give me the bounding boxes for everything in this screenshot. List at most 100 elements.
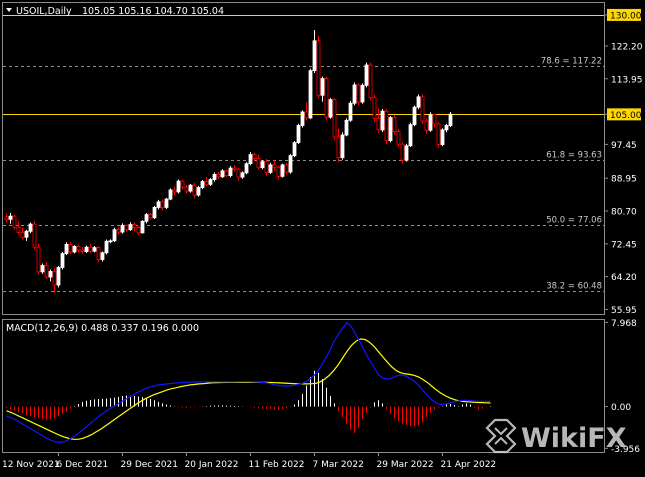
candle[interactable] [352,82,357,106]
candle[interactable] [416,94,421,110]
candle[interactable] [260,160,265,170]
candle[interactable] [280,163,285,178]
candle[interactable] [80,247,85,254]
candle[interactable] [232,164,237,172]
candle[interactable] [436,122,441,149]
candle[interactable] [156,199,161,210]
candle[interactable] [364,62,369,88]
candle[interactable] [216,172,221,180]
candle[interactable] [240,171,245,179]
candle[interactable] [236,167,241,181]
candle[interactable] [64,242,69,256]
candle[interactable] [312,30,317,73]
candle[interactable] [24,229,29,241]
candle[interactable] [396,129,401,147]
candle[interactable] [84,245,89,254]
candle[interactable] [196,185,201,197]
candle[interactable] [344,118,349,137]
candle[interactable] [148,212,153,220]
candle[interactable] [12,214,17,230]
candle[interactable] [168,188,173,201]
candle[interactable] [164,197,169,210]
candle[interactable] [288,154,293,174]
candle[interactable] [448,111,453,128]
candle[interactable] [228,166,233,178]
candle[interactable] [440,128,445,147]
candle[interactable] [48,269,53,282]
candles-layer[interactable] [4,30,453,293]
candle[interactable] [56,265,61,288]
candle[interactable] [132,222,137,232]
candle[interactable] [424,118,429,134]
candle[interactable] [420,94,425,125]
candle[interactable] [304,102,309,121]
candle[interactable] [212,172,217,182]
candle[interactable] [444,123,449,133]
candle[interactable] [112,227,117,243]
candle[interactable] [180,179,185,190]
candle[interactable] [248,152,253,166]
candle[interactable] [292,141,297,158]
candle[interactable] [100,251,105,262]
candle[interactable] [28,222,33,234]
candle[interactable] [332,98,337,141]
candle[interactable] [388,115,393,143]
candle[interactable] [380,109,385,132]
candle[interactable] [328,98,333,119]
candle[interactable] [76,244,81,253]
candle[interactable] [376,108,381,134]
candle[interactable] [144,212,149,224]
candle[interactable] [88,243,93,253]
candle[interactable] [116,226,121,235]
candle[interactable] [120,223,125,234]
candle[interactable] [296,123,301,145]
candle[interactable] [136,226,141,236]
candle[interactable] [128,222,133,231]
candle[interactable] [384,108,389,145]
candle[interactable] [400,142,405,164]
candle[interactable] [52,268,57,293]
candle[interactable] [68,242,73,255]
candle[interactable] [160,199,165,211]
candle[interactable] [4,213,9,223]
candle[interactable] [20,227,25,240]
candle[interactable] [32,220,37,250]
candle[interactable] [320,76,325,102]
candle[interactable] [44,262,49,280]
candle[interactable] [268,162,273,175]
candle[interactable] [360,83,365,104]
candle[interactable] [204,177,209,187]
candle[interactable] [324,76,329,121]
candle[interactable] [108,239,113,244]
candle[interactable] [348,100,353,122]
candle[interactable] [104,239,109,255]
candle[interactable] [316,35,321,99]
candle[interactable] [244,162,249,175]
candle[interactable] [276,166,281,180]
candle[interactable] [428,112,433,132]
candle[interactable] [96,245,101,263]
candle[interactable] [124,224,129,232]
candle[interactable] [224,169,229,178]
candle[interactable] [412,105,417,127]
candle[interactable] [60,251,65,270]
candle[interactable] [192,182,197,199]
candle[interactable] [340,132,345,160]
candle[interactable] [140,220,145,234]
candle[interactable] [188,183,193,193]
candle[interactable] [408,122,413,147]
candle[interactable] [208,177,213,186]
candle[interactable] [16,221,21,235]
candle[interactable] [72,245,77,254]
candle[interactable] [172,186,177,196]
candle[interactable] [336,128,341,163]
candle[interactable] [368,62,373,101]
candle[interactable] [300,110,305,128]
candle[interactable] [92,245,97,253]
candle[interactable] [40,263,45,274]
candle[interactable] [308,68,313,120]
candle[interactable] [356,83,361,106]
candle[interactable] [272,160,277,171]
candle[interactable] [404,143,409,162]
candle[interactable] [284,162,289,175]
